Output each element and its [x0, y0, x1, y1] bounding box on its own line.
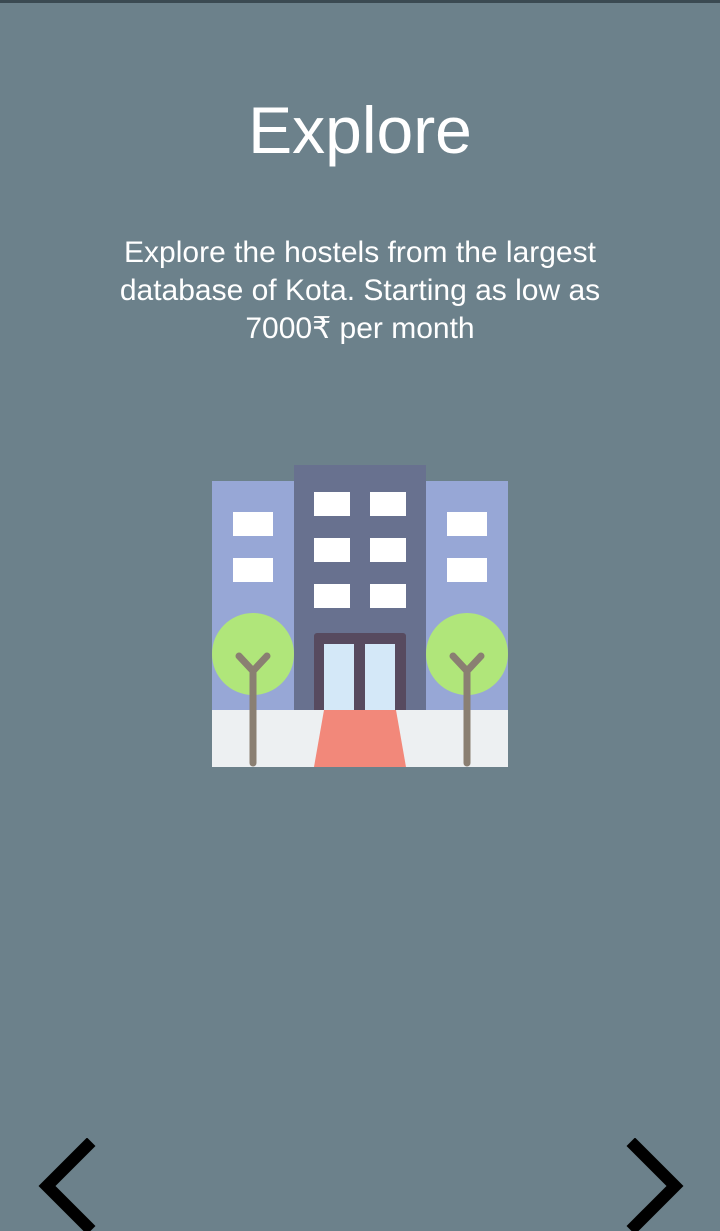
page-title: Explore: [248, 93, 472, 167]
chevron-right-icon: [626, 1137, 684, 1231]
window: [233, 512, 273, 536]
window: [233, 558, 273, 582]
page-description: Explore the hostels from the largest dat…: [119, 236, 601, 345]
window: [314, 538, 350, 562]
window: [370, 538, 406, 562]
carpet: [314, 710, 406, 767]
window: [447, 558, 487, 582]
door-glass-right: [365, 644, 395, 713]
previous-button[interactable]: [34, 1137, 104, 1231]
chevron-left-icon: [38, 1137, 96, 1231]
window: [314, 492, 350, 516]
status-bar-edge: [0, 0, 720, 3]
window: [314, 584, 350, 608]
door-glass-left: [324, 644, 354, 713]
next-button[interactable]: [620, 1137, 690, 1231]
onboarding-screen: Explore Explore the hostels from the lar…: [0, 0, 720, 1231]
window: [370, 584, 406, 608]
window: [370, 492, 406, 516]
window: [447, 512, 487, 536]
hostel-building-icon: [212, 465, 508, 767]
